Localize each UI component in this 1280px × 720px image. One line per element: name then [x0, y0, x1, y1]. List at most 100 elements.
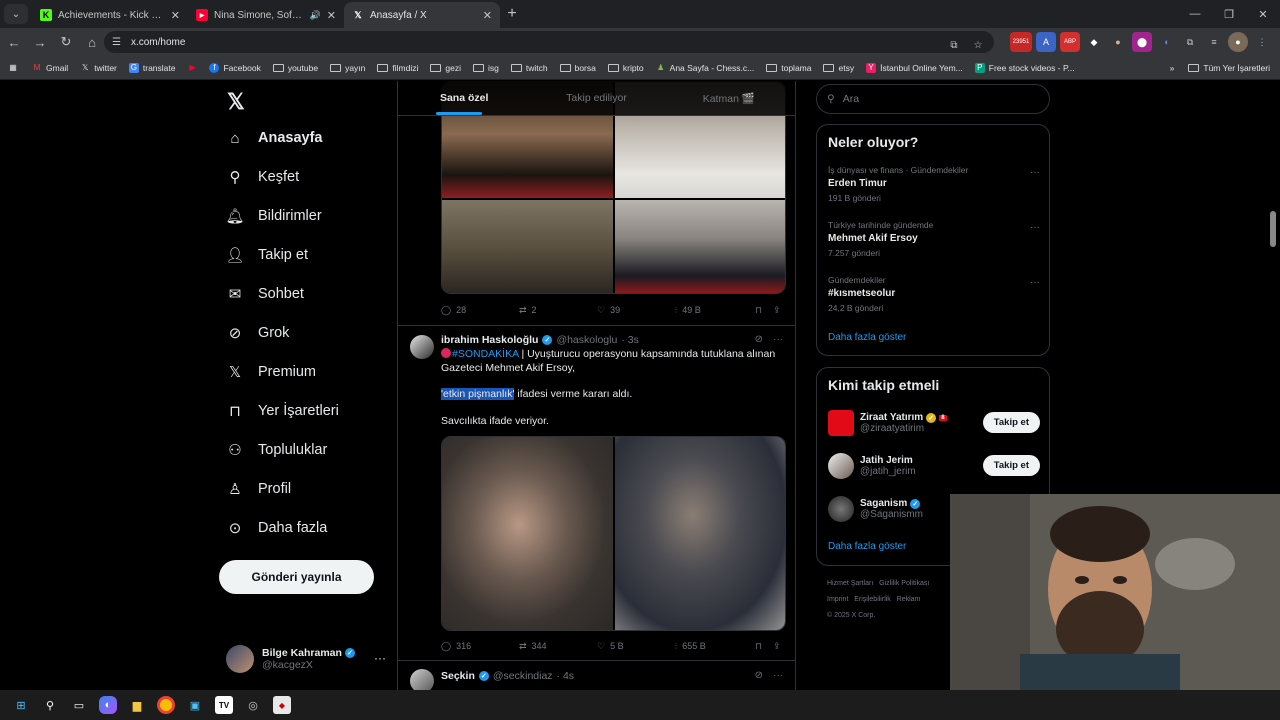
bookmark-translate[interactable]: Gtranslate: [128, 62, 175, 73]
grok-icon[interactable]: ⊘: [755, 670, 763, 681]
speaker-icon[interactable]: 🔊: [310, 10, 321, 21]
footer-link[interactable]: Reklam: [897, 596, 921, 603]
sidebar-item-follow[interactable]: 👤︎ Takip et: [225, 246, 308, 264]
more-dots-icon[interactable]: ···: [1030, 222, 1040, 233]
reply-button[interactable]: ◯ 316: [441, 641, 519, 652]
views-button[interactable]: ⫶ 655 B: [675, 641, 755, 652]
page-scrollbar[interactable]: [1270, 211, 1276, 247]
audio-extension-icon[interactable]: ◖: [1156, 32, 1176, 52]
sidebar-item-bookmarks[interactable]: ⊓ Yer İşaretleri: [226, 402, 339, 420]
sidebar-item-messages[interactable]: ✉ Sohbet: [226, 285, 304, 303]
hashtag-link[interactable]: #SONDAKİKA: [452, 348, 519, 360]
tweet-author-handle[interactable]: @seckindiaz: [493, 670, 553, 682]
task-view-icon[interactable]: ▭: [70, 696, 88, 714]
grok-icon[interactable]: ⊘: [755, 334, 763, 345]
profile-avatar-icon[interactable]: ●: [1228, 32, 1248, 52]
site-info-icon[interactable]: ☰: [112, 37, 121, 48]
adblock-icon[interactable]: ABP: [1060, 32, 1080, 52]
retweet-button[interactable]: ⇄ 2: [519, 305, 597, 316]
media-image[interactable]: [615, 437, 785, 630]
bookmark-pexels[interactable]: P Free stock videos - P...: [974, 62, 1075, 73]
bookmarks-overflow-icon[interactable]: »: [1170, 63, 1175, 73]
minimize-icon[interactable]: —: [1178, 0, 1212, 28]
app-icon[interactable]: ◆: [273, 696, 291, 714]
bookmark-chess[interactable]: ♟ Ana Sayfa - Chess.c...: [656, 63, 754, 73]
twitch-extension-icon[interactable]: ⬤: [1132, 32, 1152, 52]
share-button[interactable]: ⇪: [773, 641, 781, 652]
trend-item[interactable]: Türkiye tarihinde gündemde Mehmet Akif E…: [828, 220, 1040, 258]
bookmark-folder-etsy[interactable]: etsy: [823, 63, 854, 73]
tab-following[interactable]: Takip ediliyor: [530, 81, 662, 115]
follow-button[interactable]: Takip et: [982, 412, 1040, 433]
footer-link[interactable]: Imprint: [827, 596, 848, 603]
trend-item[interactable]: Gündemdekiler #kısmetseolur 24,2 B gönde…: [828, 275, 1040, 313]
footer-link[interactable]: Hizmet Şartları: [827, 580, 873, 587]
all-bookmarks-button[interactable]: Tüm Yer İşaretleri: [1188, 63, 1270, 73]
sidebar-item-communities[interactable]: ⚇ Topluluklar: [226, 441, 327, 459]
bookmark-facebook[interactable]: f Facebook: [209, 62, 261, 73]
install-app-icon[interactable]: ⧉: [944, 35, 964, 55]
bookmark-folder-twitch[interactable]: twitch: [510, 63, 548, 73]
follow-suggestion[interactable]: Ziraat Yatırım ✓ 8 @ziraatyatirim Takip et: [828, 408, 1040, 438]
footer-link[interactable]: Erişilebilirlik: [854, 596, 891, 603]
tweet-time[interactable]: · 4s: [557, 670, 575, 682]
tab-katman[interactable]: Katman 🎬: [663, 81, 795, 115]
chrome-icon[interactable]: [157, 696, 175, 714]
retweet-button[interactable]: ⇄ 344: [519, 641, 597, 652]
bookmark-folder-toplama[interactable]: toplama: [766, 63, 811, 73]
bookmark-button[interactable]: ⊓: [755, 305, 773, 316]
kebab-menu-icon[interactable]: ⋮: [1252, 32, 1272, 52]
media-control-icon[interactable]: ≡: [1204, 32, 1224, 52]
x-logo-icon[interactable]: 𝕏: [227, 89, 245, 115]
close-window-icon[interactable]: ✕: [1246, 0, 1280, 28]
more-dots-icon[interactable]: ···: [374, 651, 386, 665]
sidebar-item-home[interactable]: ⌂ Anasayfa: [226, 129, 322, 147]
tweet-author-name[interactable]: Seçkin: [441, 670, 475, 682]
bookmark-folder-borsa[interactable]: borsa: [559, 63, 596, 73]
show-more-link[interactable]: Daha fazla göster: [828, 541, 906, 552]
tweet-author-handle[interactable]: @haskologlu: [556, 334, 617, 346]
media-image[interactable]: [442, 200, 613, 293]
bookmark-button[interactable]: ⊓: [755, 641, 773, 652]
sidebar-item-profile[interactable]: ♙ Profil: [226, 480, 291, 498]
browser-tab-kick[interactable]: K Achievements - Kick Dashboard ✕: [32, 2, 188, 28]
views-button[interactable]: ⫶ 49 B: [675, 305, 755, 316]
like-button[interactable]: ♡ 39: [597, 305, 675, 316]
windows-start-icon[interactable]: ⊞: [12, 696, 30, 714]
search-icon[interactable]: ⚲: [41, 696, 59, 714]
bookmark-folder-youtube[interactable]: youtube: [272, 63, 318, 73]
follow-suggestion[interactable]: Jatih Jerim @jatih_jerim Takip et: [828, 451, 1040, 481]
monitor-app-icon[interactable]: ▣: [186, 696, 204, 714]
bookmark-yemek[interactable]: Y İstanbul Online Yem...: [866, 62, 963, 73]
bookmark-folder-isg[interactable]: isg: [472, 63, 499, 73]
forward-icon[interactable]: →: [28, 30, 52, 54]
bookmark-gmail[interactable]: M Gmail: [32, 63, 69, 73]
tab-search-button[interactable]: ⌄: [4, 4, 28, 24]
like-button[interactable]: ♡ 5 B: [597, 641, 675, 652]
media-image[interactable]: [615, 200, 785, 293]
obs-icon[interactable]: ◎: [244, 696, 262, 714]
search-input[interactable]: ⚲ Ara: [816, 84, 1050, 114]
footer-link[interactable]: Gizlilik Politikası: [879, 580, 929, 587]
sidebar-item-notifications[interactable]: 🔔︎ Bildirimler: [225, 207, 321, 225]
avatar[interactable]: [410, 669, 434, 690]
reply-button[interactable]: ◯ 28: [441, 305, 519, 316]
share-button[interactable]: ⇪: [773, 305, 781, 316]
more-dots-icon[interactable]: ···: [773, 670, 783, 681]
extension-badge-icon[interactable]: 23951: [1010, 32, 1032, 52]
more-dots-icon[interactable]: ···: [1030, 277, 1040, 288]
bookmark-twitter[interactable]: 𝕏twitter: [80, 63, 117, 73]
tab-for-you[interactable]: Sana özel: [398, 81, 530, 115]
tweet-time[interactable]: · 3s: [621, 334, 639, 346]
back-icon[interactable]: ←: [2, 30, 26, 54]
star-icon[interactable]: ☆: [968, 35, 988, 55]
new-tab-button[interactable]: +: [500, 2, 524, 26]
tweet-media-grid[interactable]: [441, 436, 786, 631]
extensions-puzzle-icon[interactable]: ⧉: [1180, 32, 1200, 52]
diamond-extension-icon[interactable]: ◆: [1084, 32, 1104, 52]
browser-tab-x[interactable]: 𝕏 Anasayfa / X ✕: [344, 2, 500, 28]
home-browser-icon[interactable]: ⌂: [80, 30, 104, 54]
tradingview-icon[interactable]: TV: [215, 696, 233, 714]
sidebar-item-explore[interactable]: ⚲ Keşfet: [226, 168, 300, 186]
avatar[interactable]: [410, 335, 434, 359]
